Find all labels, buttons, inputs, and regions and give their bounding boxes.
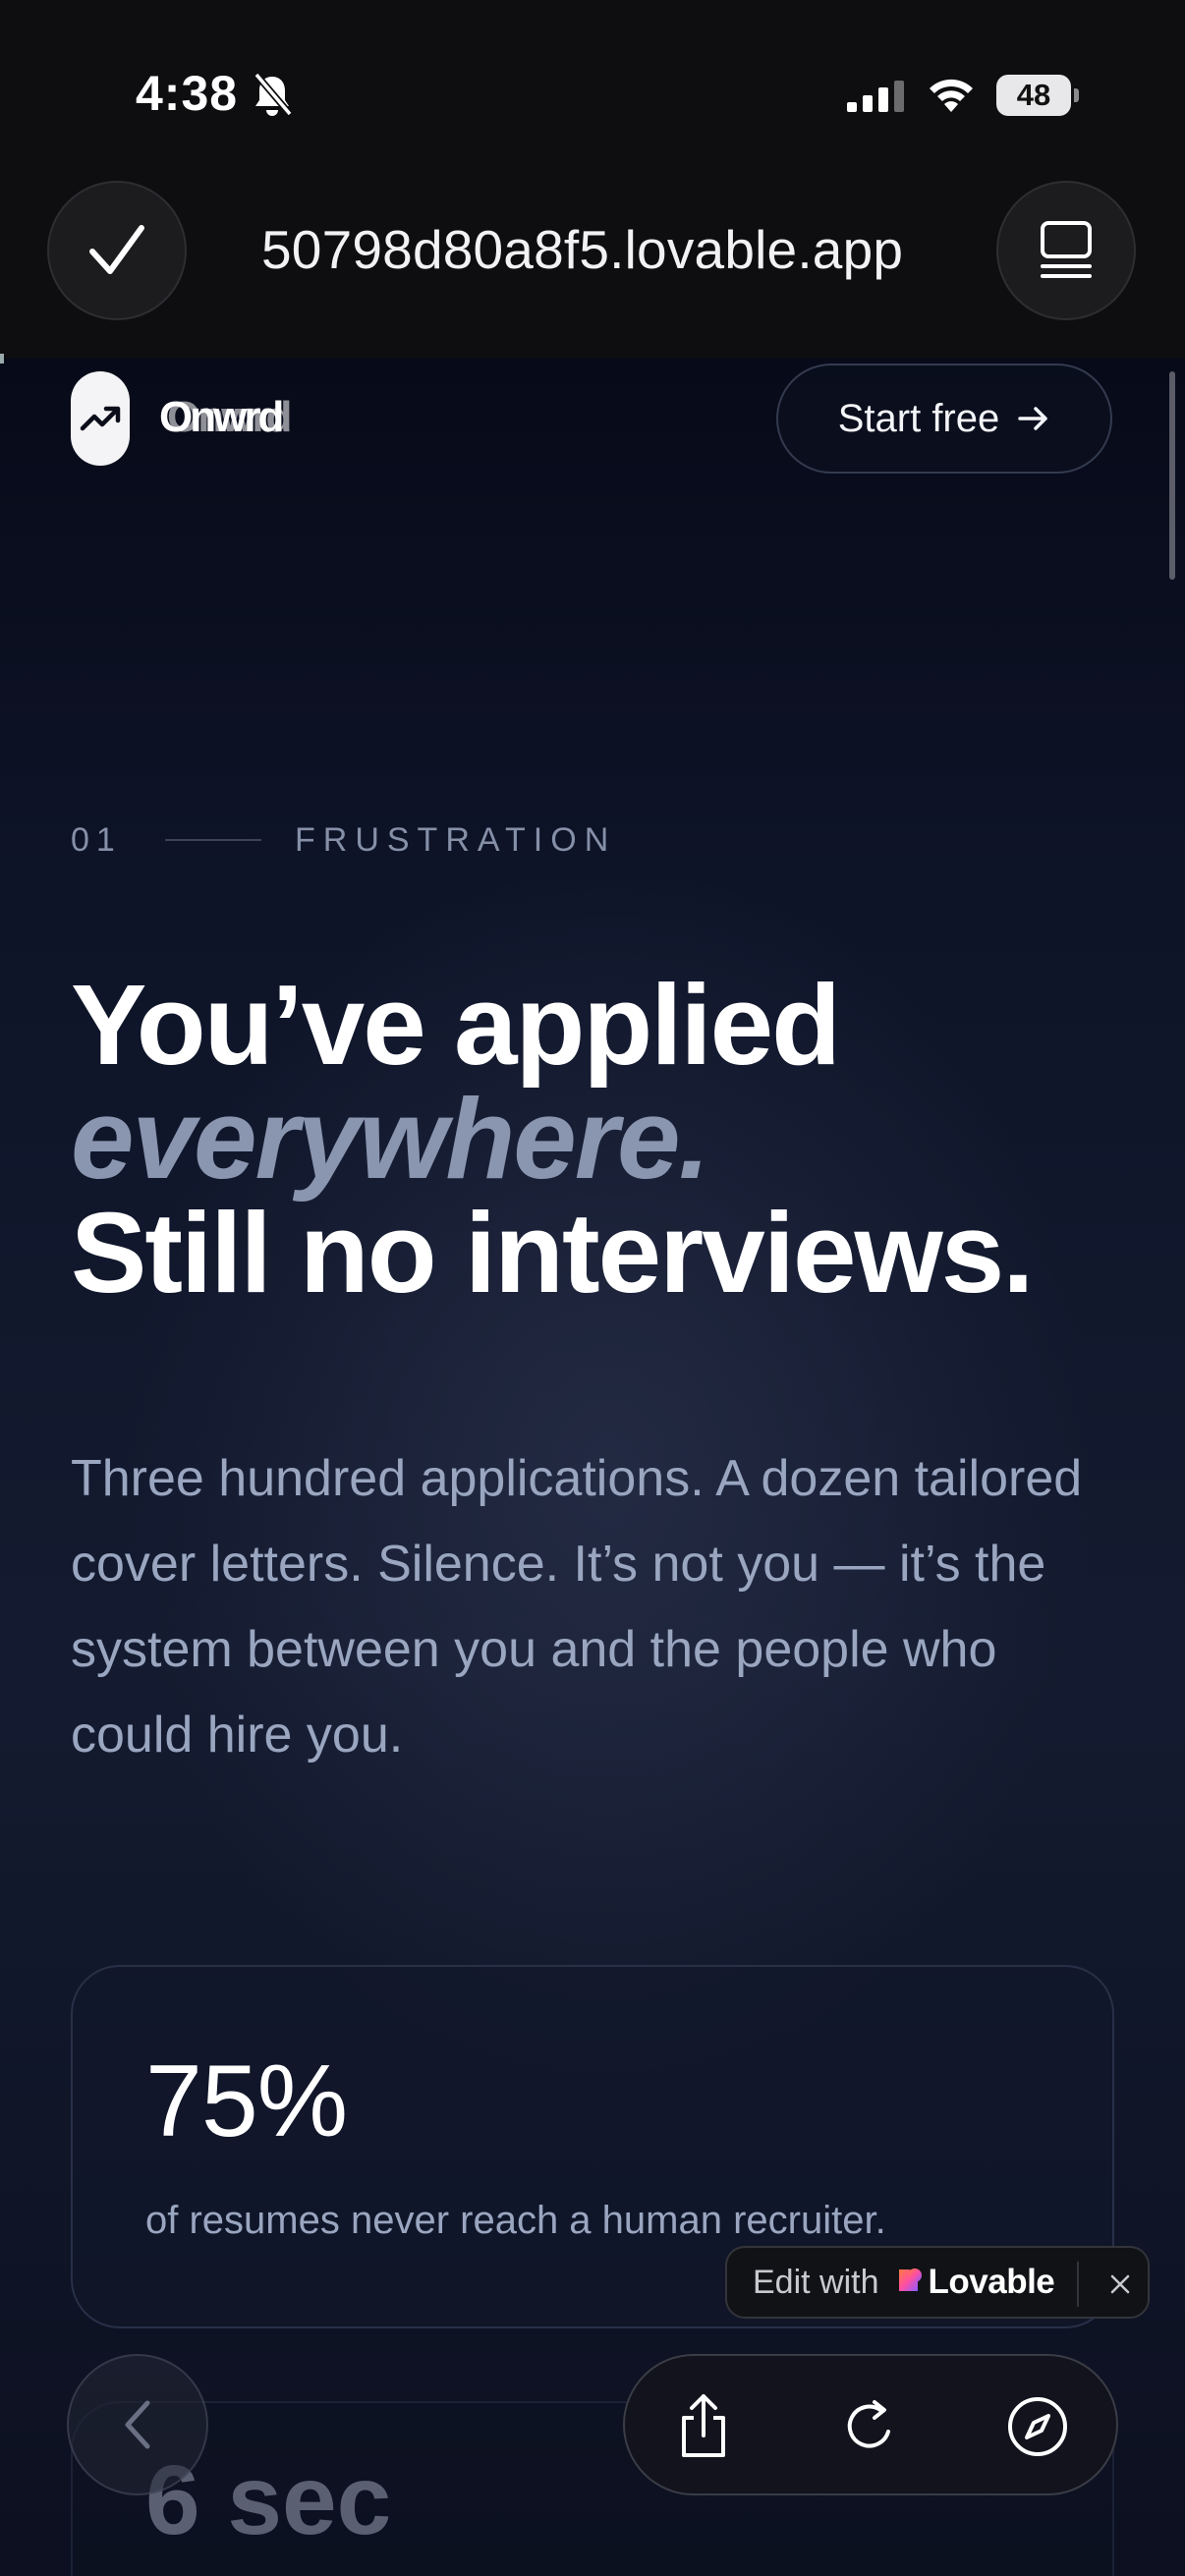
arrow-right-icon	[1018, 407, 1047, 430]
logo-mark[interactable]	[71, 371, 130, 466]
close-badge-button[interactable]	[1093, 2248, 1148, 2321]
screen: 4:38 48 50798d80a8f5.lovable.app Onwrd O…	[0, 0, 1185, 2576]
headline-line-2: everywhere.	[71, 1075, 710, 1203]
tabs-icon	[1041, 221, 1092, 278]
edge-mark	[0, 354, 4, 364]
url-field[interactable]: 50798d80a8f5.lovable.app	[261, 210, 985, 289]
checkmark-icon	[89, 225, 144, 274]
battery-icon: 48	[996, 75, 1079, 116]
browser-top-bar: 50798d80a8f5.lovable.app	[0, 177, 1185, 359]
browser-bottom-toolbar	[623, 2354, 1118, 2495]
battery-cap	[1074, 88, 1079, 102]
hero-body-text: Three hundred applications. A dozen tail…	[71, 1450, 1083, 1764]
status-time: 4:38	[136, 66, 239, 121]
reload-button[interactable]	[835, 2391, 906, 2462]
compass-icon	[1008, 2397, 1067, 2456]
stat-value: 75%	[145, 2044, 348, 2158]
start-free-button[interactable]: Start free	[776, 364, 1112, 474]
compass-button[interactable]	[1002, 2391, 1073, 2462]
back-button[interactable]	[67, 2354, 208, 2495]
stat-description: of resumes never reach a human recruiter…	[145, 2199, 886, 2242]
share-button[interactable]	[668, 2391, 739, 2462]
wifi-icon	[926, 73, 977, 119]
battery-level: 48	[1016, 78, 1051, 112]
signal-icon	[847, 81, 906, 117]
status-bar: 4:38 48	[0, 0, 1185, 177]
badge-divider	[1077, 2262, 1079, 2307]
lovable-badge-prefix: Edit with	[753, 2263, 879, 2301]
trending-up-icon	[80, 406, 121, 431]
heart-icon	[895, 2266, 925, 2300]
headline-line-1: You’ve applied	[71, 961, 841, 1089]
section-divider	[165, 839, 261, 841]
headline-line-3: Still no interviews.	[71, 1189, 1034, 1316]
done-button[interactable]	[47, 181, 187, 320]
tabs-button[interactable]	[996, 181, 1136, 320]
close-icon	[1110, 2274, 1130, 2294]
section-number: 01	[71, 821, 122, 859]
edit-with-lovable-badge[interactable]: Edit with Lovable	[725, 2246, 1150, 2319]
lovable-badge-brand: Lovable	[928, 2263, 1055, 2301]
hero-headline: You’ve applied everywhere. Still no inte…	[71, 968, 1152, 1310]
start-free-label: Start free	[837, 396, 1000, 440]
logo-text[interactable]: Onwrd	[159, 393, 284, 442]
section-title: FRUSTRATION	[295, 821, 617, 859]
bell-slash-icon	[251, 71, 294, 123]
scroll-indicator[interactable]	[1169, 371, 1175, 580]
chevron-left-icon	[125, 2400, 150, 2449]
share-icon	[682, 2394, 725, 2457]
reload-icon	[847, 2400, 890, 2448]
